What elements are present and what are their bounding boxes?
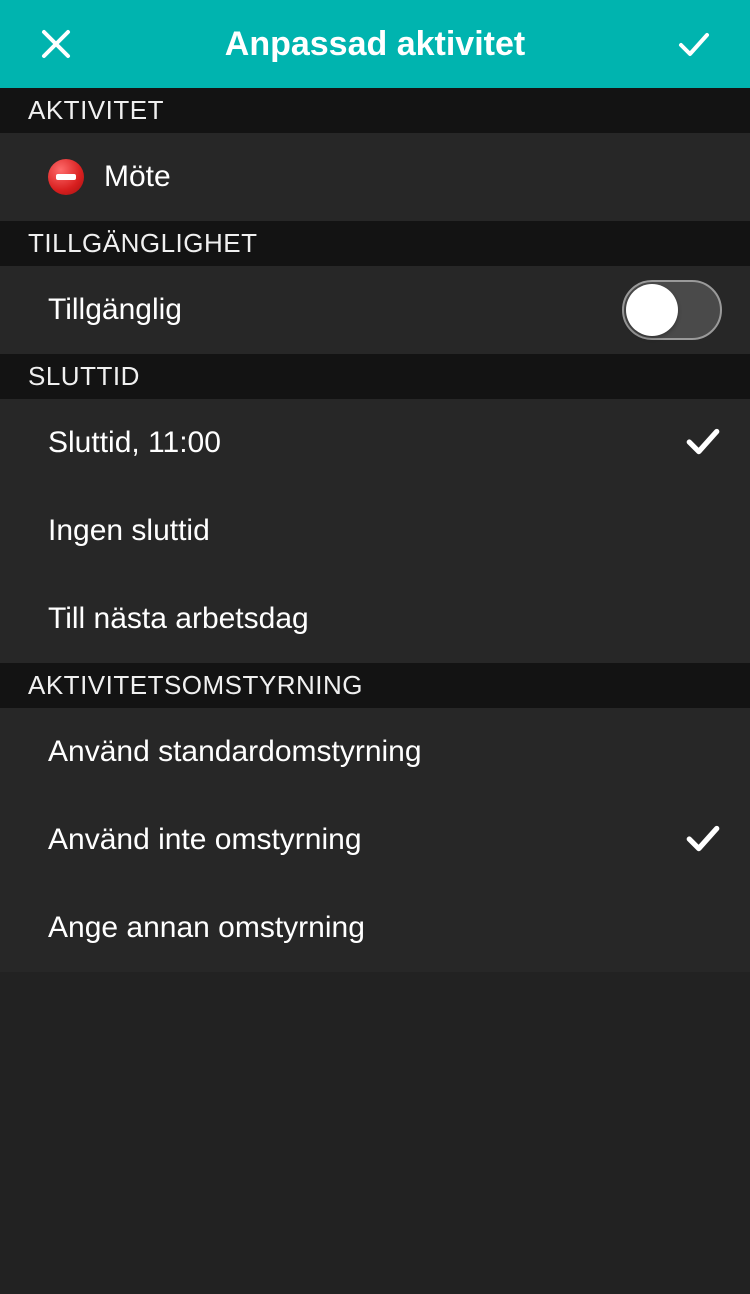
dnd-icon [48,159,84,195]
availability-toggle[interactable] [622,280,722,340]
diversion-option-none[interactable]: Använd inte omstyrning [0,796,750,884]
close-icon [38,26,74,62]
header-bar: Anpassad aktivitet [0,0,750,88]
availability-row: Tillgänglig [0,266,750,354]
diversion-option-label: Använd standardomstyrning [48,735,422,769]
section-header-availability: TILLGÄNGLIGHET [0,221,750,266]
endtime-option-label: Ingen sluttid [48,514,210,548]
activity-row[interactable]: Möte [0,133,750,221]
section-header-endtime: SLUTTID [0,354,750,399]
toggle-knob [626,284,678,336]
selected-check-icon [684,819,722,862]
endtime-option-specific[interactable]: Sluttid, 11:00 [0,399,750,487]
confirm-button[interactable] [674,24,714,64]
close-button[interactable] [36,24,76,64]
diversion-option-label: Använd inte omstyrning [48,823,362,857]
selected-check-icon [684,422,722,465]
check-icon [676,26,712,62]
page-title: Anpassad aktivitet [76,25,674,64]
endtime-option-label: Till nästa arbetsdag [48,602,309,636]
diversion-option-other[interactable]: Ange annan omstyrning [0,884,750,972]
diversion-option-standard[interactable]: Använd standardomstyrning [0,708,750,796]
availability-label: Tillgänglig [48,293,182,327]
section-header-diversion: AKTIVITETSOMSTYRNING [0,663,750,708]
diversion-option-label: Ange annan omstyrning [48,911,365,945]
endtime-option-none[interactable]: Ingen sluttid [0,487,750,575]
activity-label: Möte [104,160,171,194]
section-header-activity: AKTIVITET [0,88,750,133]
endtime-option-label: Sluttid, 11:00 [48,426,221,460]
endtime-option-nextday[interactable]: Till nästa arbetsdag [0,575,750,663]
